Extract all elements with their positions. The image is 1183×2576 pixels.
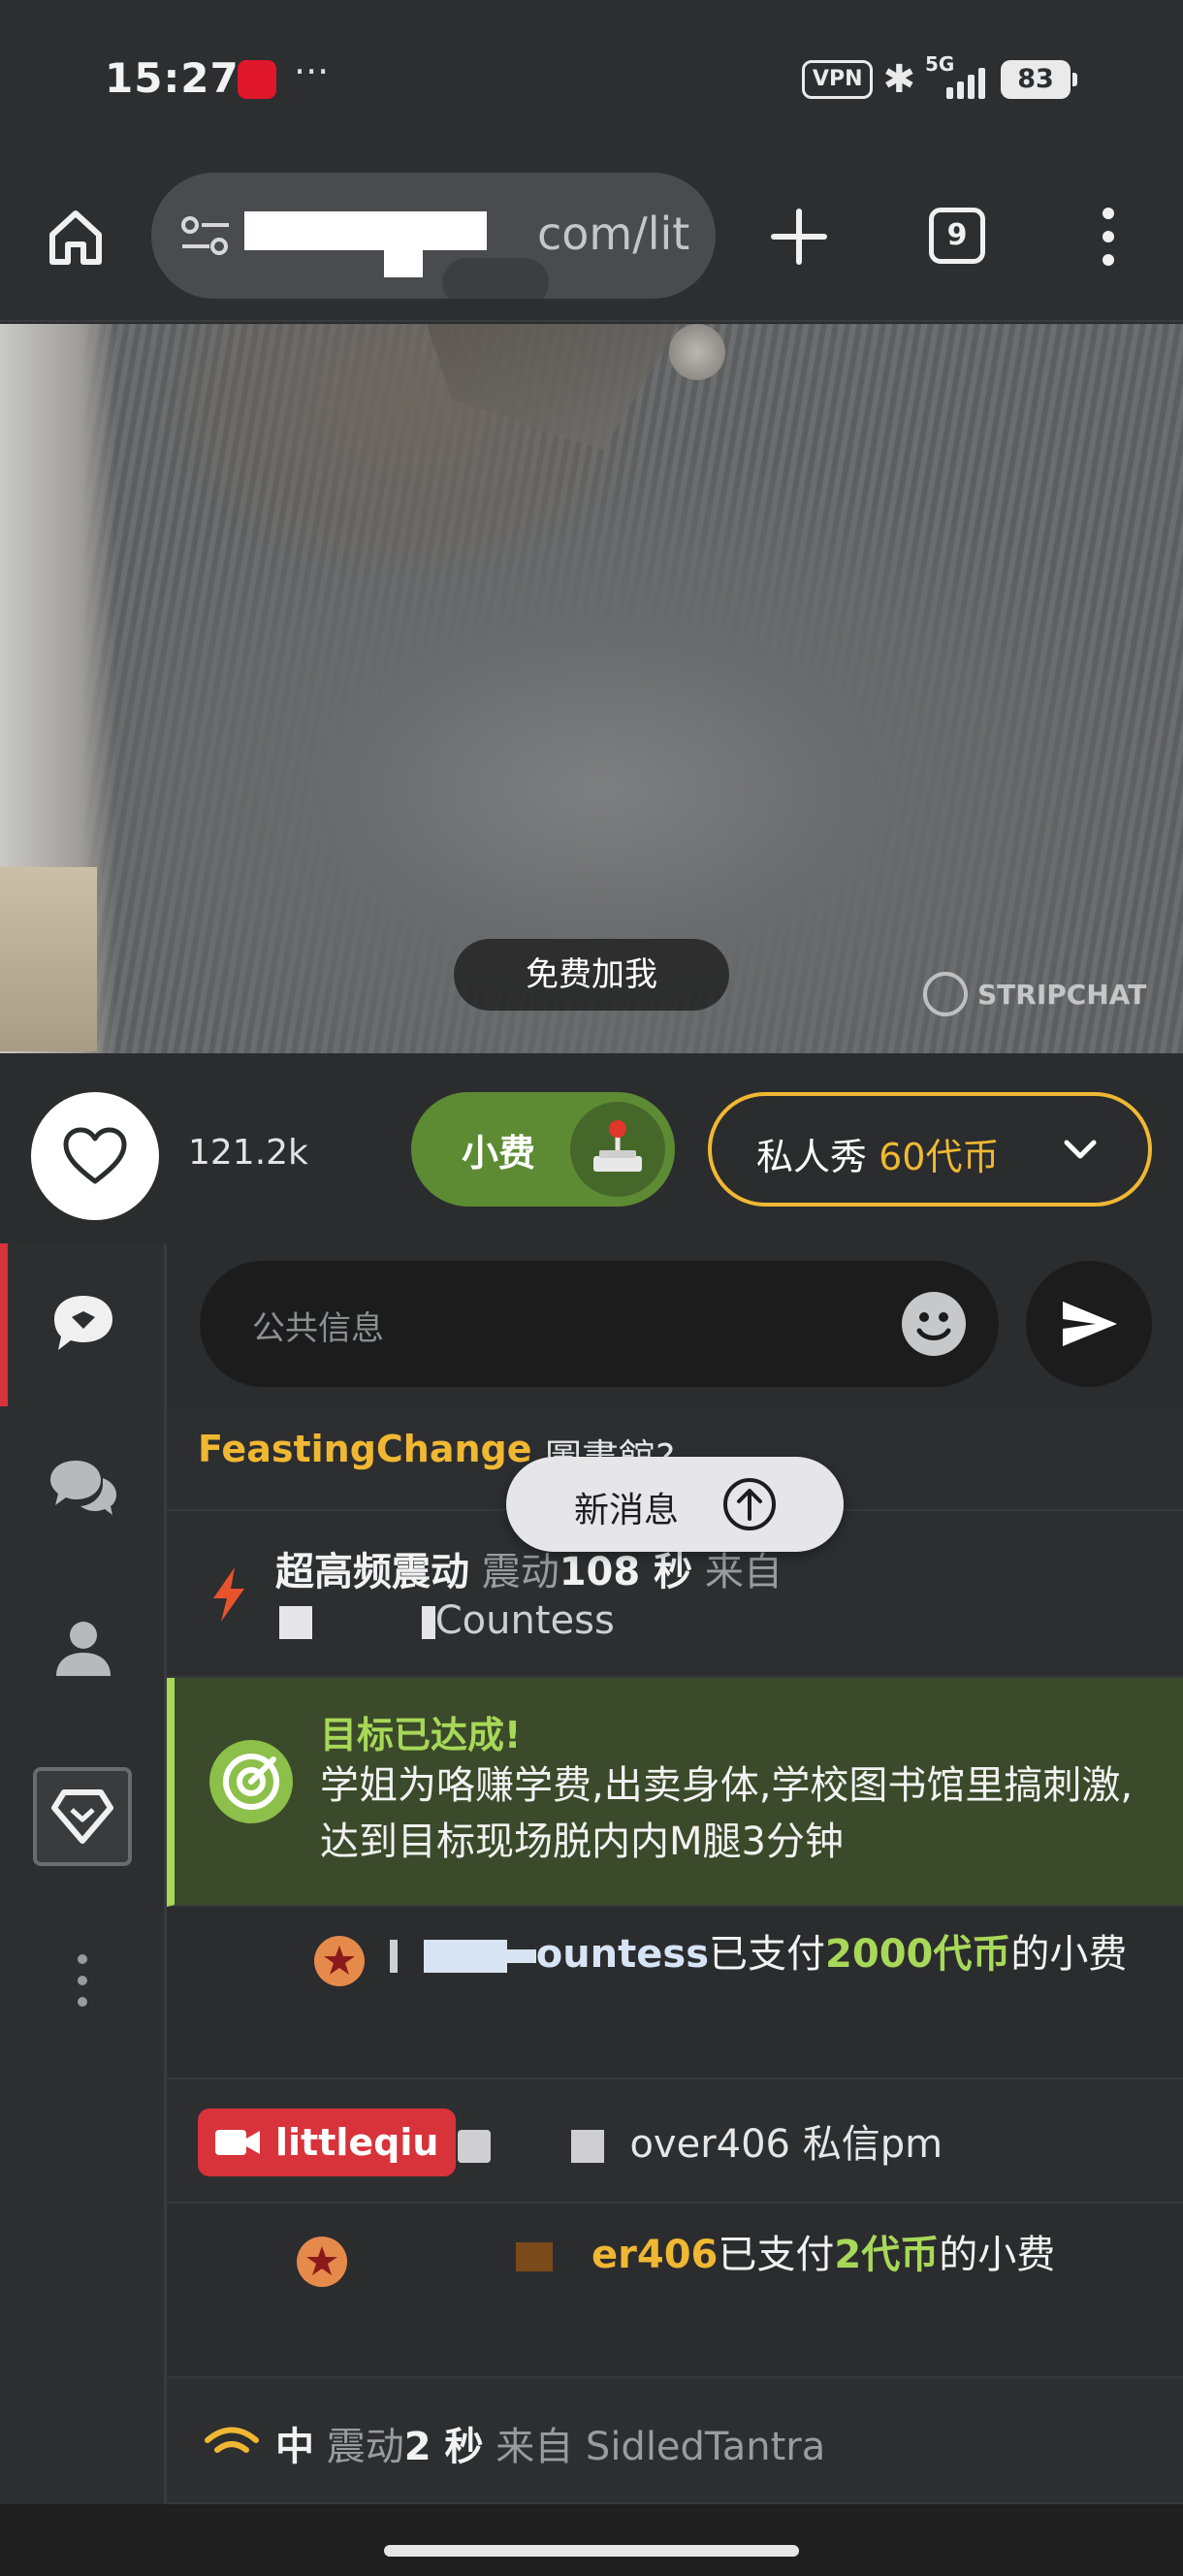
vibration-duration: 108 秒 (559, 1550, 693, 1594)
redacted-username-part (421, 1606, 435, 1639)
battery-indicator: 83 (1001, 60, 1077, 99)
vibration-wave-icon (205, 2427, 259, 2453)
tipper-username[interactable]: Countess (435, 1598, 615, 1643)
sweater-button (669, 324, 725, 380)
private-show-price: 60代币 (879, 1136, 1000, 1178)
vibration-level: 超高频震动 (275, 1550, 469, 1594)
live-video[interactable]: 免费加我 STRIPCHAT (0, 324, 1183, 1053)
vibration-from: 来自 (704, 1550, 783, 1594)
model-username: littleqiu (275, 2121, 439, 2164)
paid-verb: 已支付 (718, 2233, 835, 2277)
emoji-icon[interactable] (902, 1292, 966, 1356)
action-row: 121.2k 小费 私人秀 60代币 (0, 1053, 1183, 1243)
bolt-icon (213, 1567, 244, 1622)
vibration-verb: 震动 (481, 1550, 560, 1594)
vibration-event-message: 中 震动2 秒 来自 SidledTantra (167, 2378, 1183, 2504)
private-show-label: 私人秀 (756, 1136, 868, 1178)
private-message-text: over406 私信pm (629, 2122, 943, 2167)
input-placeholder: 公共信息 (252, 1309, 384, 1348)
bluetooth-icon: ✱ (882, 57, 915, 102)
tip-message: er406已支付2代币的小费 (167, 2204, 1183, 2378)
redaction-smudge (442, 258, 549, 299)
redacted-username (279, 1606, 312, 1639)
new-messages-button[interactable]: 新消息 (506, 1457, 844, 1552)
chevron-down-icon (1064, 1140, 1097, 1159)
vibration-duration: 2 秒 (403, 2425, 484, 2469)
paid-verb: 已支付 (709, 1932, 826, 1977)
home-gesture-handle[interactable] (384, 2545, 799, 2557)
tipper-username[interactable]: er406 (592, 2233, 718, 2277)
active-tab-indicator (0, 1243, 8, 1406)
tip-amount: 2000代币 (825, 1932, 1011, 1977)
status-time: 15:27 (105, 54, 240, 102)
send-button[interactable] (1026, 1261, 1152, 1387)
private-show-button[interactable]: 私人秀 60代币 (708, 1092, 1152, 1207)
star-icon (297, 2237, 347, 2287)
tip-tail: 的小费 (1010, 1932, 1128, 1977)
user-icon[interactable] (47, 1612, 120, 1686)
more-notifications-icon: ··· (294, 50, 330, 93)
target-icon (209, 1740, 293, 1823)
goal-reached-message: 目标已达成! 学姐为咯赚学费,出卖身体,学校图书馆里搞刺激,达到目标现场脱内内M… (167, 1678, 1183, 1907)
system-navigation-bar (0, 2504, 1183, 2576)
redacted-username (516, 2242, 553, 2271)
diamond-icon (51, 1789, 113, 1844)
watermark-text: STRIPCHAT (977, 978, 1147, 1011)
tip-tail: 的小费 (939, 2233, 1056, 2277)
like-count: 121.2k (188, 1133, 308, 1173)
message-username[interactable]: FeastingChange (198, 1428, 532, 1470)
goal-description: 学姐为咯赚学费,出卖身体,学校图书馆里搞刺激,达到目标现场脱内内M腿3分钟 (320, 1763, 1134, 1864)
vpn-badge: VPN (801, 60, 874, 99)
private-message-notice: littleqiu over406 私信pm (167, 2079, 1183, 2204)
vibration-from: 来自 (496, 2425, 574, 2469)
like-button[interactable] (31, 1092, 159, 1220)
camera-icon (215, 2130, 260, 2155)
tip-button[interactable]: 小费 (411, 1092, 675, 1207)
url-text: com/lit (537, 208, 690, 260)
arrow-up-icon (723, 1478, 776, 1530)
goal-title: 目标已达成! (320, 1714, 522, 1756)
home-icon[interactable] (45, 206, 107, 268)
browser-toolbar: com/lit 9 (0, 163, 1183, 322)
plus-icon[interactable] (768, 206, 830, 268)
stripchat-logo-icon (923, 972, 968, 1016)
heart-icon (63, 1127, 127, 1184)
vibration-verb: 震动 (326, 2425, 404, 2469)
diamond-tab[interactable] (33, 1767, 132, 1866)
chat-feed[interactable]: FeastingChange 圖書館? 超高频震动 震动108 秒 来自 Cou… (167, 1406, 1183, 2504)
redacted-username (458, 2130, 491, 2163)
star-icon (314, 1936, 365, 1986)
model-badge[interactable]: littleqiu (198, 2109, 457, 2176)
chat-bubble-icon[interactable] (47, 1288, 120, 1362)
tip-label: 小费 (462, 1132, 536, 1175)
group-chat-icon[interactable] (47, 1451, 120, 1525)
signal-icon: 5G (925, 52, 991, 101)
chat-side-rail (0, 1243, 167, 2504)
public-message-input[interactable]: 公共信息 (200, 1261, 999, 1387)
notification-app-icon (238, 60, 276, 99)
redacted-username (423, 1940, 507, 1973)
vibration-level: 中 (275, 2425, 314, 2469)
tipper-username[interactable]: ountess (536, 1932, 709, 1977)
new-messages-label: 新消息 (574, 1491, 680, 1530)
more-vertical-icon[interactable] (76, 1951, 89, 2010)
address-bar[interactable]: com/lit (151, 173, 716, 299)
redacted-username-part (570, 2130, 604, 2163)
tipper-username[interactable]: SidledTantra (586, 2425, 825, 2469)
overflow-menu-icon[interactable] (1102, 206, 1115, 268)
stripchat-watermark: STRIPCHAT (923, 972, 1146, 1016)
joystick-icon[interactable] (570, 1102, 665, 1197)
redacted-url-part (384, 241, 423, 277)
status-bar: 15:27 ··· VPN ✱ 5G 83 (0, 0, 1183, 163)
free-add-button[interactable]: 免费加我 (454, 939, 729, 1011)
tip-message: ountess已支付2000代币的小费 (167, 1907, 1183, 2079)
status-indicators: VPN ✱ 5G 83 (801, 52, 1077, 102)
site-settings-icon[interactable] (178, 213, 233, 258)
redacted-url (244, 211, 487, 250)
send-icon (1063, 1302, 1117, 1346)
tip-amount: 2代币 (834, 2233, 940, 2277)
redacted-username-edge (390, 1940, 398, 1973)
tabs-icon[interactable]: 9 (929, 208, 985, 264)
